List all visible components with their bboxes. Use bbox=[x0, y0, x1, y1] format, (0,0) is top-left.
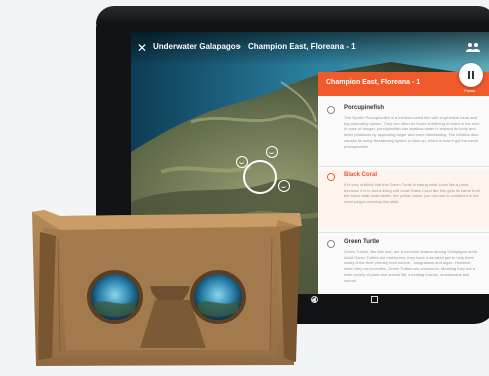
cardboard-viewer bbox=[32, 210, 302, 366]
